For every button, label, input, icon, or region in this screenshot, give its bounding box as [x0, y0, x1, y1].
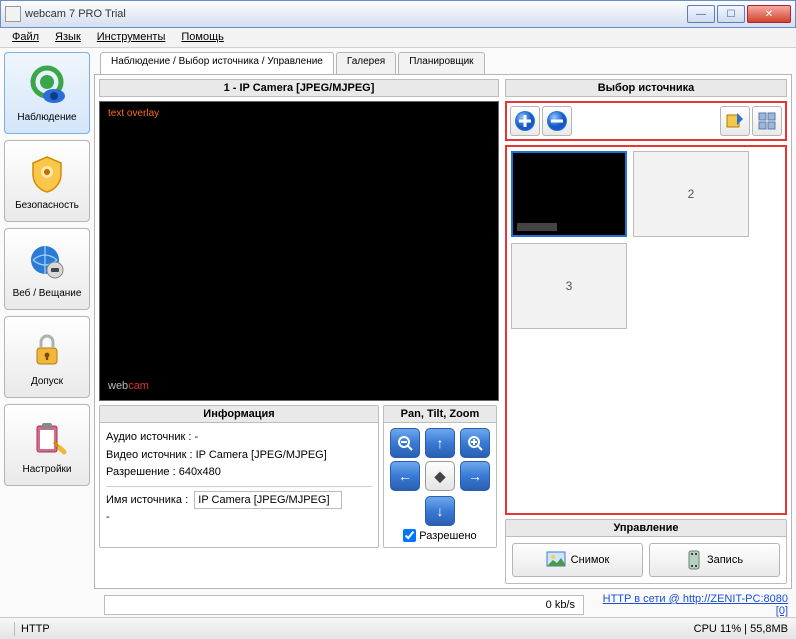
source-name-input[interactable]: [194, 491, 342, 509]
monitor-icon: [25, 64, 69, 108]
add-source-button[interactable]: [510, 106, 540, 136]
watermark: webcam: [108, 377, 149, 392]
ptz-group: Pan, Tilt, Zoom ↑ ← ◆ → ↓ Разрешен: [383, 405, 497, 548]
sidebar-security[interactable]: Безопасность: [4, 140, 90, 222]
sidebar-label: Веб / Вещание: [13, 288, 82, 299]
lock-icon: [25, 328, 69, 372]
menu-help[interactable]: Помощь: [173, 28, 232, 47]
main-area: Наблюдение / Выбор источника / Управлени…: [94, 52, 792, 589]
ptz-home-button[interactable]: ◆: [425, 461, 455, 491]
snapshot-button[interactable]: Снимок: [512, 543, 643, 577]
sidebar: Наблюдение Безопасность Веб / Вещание До…: [4, 52, 90, 589]
video-preview[interactable]: text overlay webcam: [99, 101, 499, 401]
status-cpu: CPU 11% | 55,8MB: [694, 623, 788, 635]
audio-label: Аудио источник :: [106, 431, 191, 443]
title-bar: webcam 7 PRO Trial — ☐ ✕: [0, 0, 796, 28]
source-slot-3[interactable]: 3: [511, 243, 627, 329]
resolution-value: 640x480: [179, 466, 221, 478]
ptz-enabled-checkbox[interactable]: [403, 529, 416, 542]
bandwidth-value: 0 kb/s: [546, 599, 575, 611]
bandwidth-row: 0 kb/s HTTP в сети @ http://ZENIT-PC:808…: [0, 593, 796, 617]
sidebar-label: Безопасность: [15, 200, 79, 211]
minimize-button[interactable]: —: [687, 5, 715, 23]
shield-icon: [25, 152, 69, 196]
audio-value: -: [194, 431, 198, 443]
remove-source-button[interactable]: [542, 106, 572, 136]
menu-bar: Файл Язык Инструменты Помощь: [0, 28, 796, 48]
sidebar-access[interactable]: Допуск: [4, 316, 90, 398]
info-header: Информация: [100, 406, 378, 423]
sidebar-label: Наблюдение: [17, 112, 76, 123]
maximize-button[interactable]: ☐: [717, 5, 745, 23]
clipboard-icon: [25, 416, 69, 460]
ptz-down-button[interactable]: ↓: [425, 496, 455, 526]
photo-icon: [546, 551, 566, 569]
sidebar-monitor[interactable]: Наблюдение: [4, 52, 90, 134]
sidebar-settings[interactable]: Настройки: [4, 404, 90, 486]
zoom-in-button[interactable]: [460, 428, 490, 458]
globe-icon: [25, 240, 69, 284]
ptz-left-button[interactable]: ←: [390, 461, 420, 491]
source-header: Выбор источника: [505, 79, 787, 97]
tab-monitor[interactable]: Наблюдение / Выбор источника / Управлени…: [100, 52, 334, 74]
menu-file[interactable]: Файл: [4, 28, 47, 47]
bandwidth-meter: 0 kb/s: [104, 595, 584, 615]
source-slot-1[interactable]: [511, 151, 627, 237]
ptz-enabled-row: Разрешено: [384, 529, 496, 547]
source-toolbar: [505, 101, 787, 141]
video-value: IP Camera [JPEG/MJPEG]: [196, 449, 327, 461]
tab-scheduler[interactable]: Планировщик: [398, 52, 484, 74]
ptz-right-button[interactable]: →: [460, 461, 490, 491]
tab-gallery[interactable]: Галерея: [336, 52, 396, 74]
menu-tools[interactable]: Инструменты: [89, 28, 174, 47]
tab-bar: Наблюдение / Выбор источника / Управлени…: [94, 52, 792, 74]
film-icon: [686, 550, 702, 570]
sidebar-web[interactable]: Веб / Вещание: [4, 228, 90, 310]
status-protocol: HTTP: [21, 623, 50, 635]
source-options-button[interactable]: [720, 106, 750, 136]
info-group: Информация Аудио источник : - Видео исто…: [99, 405, 379, 548]
sidebar-label: Настройки: [22, 464, 71, 475]
close-button[interactable]: ✕: [747, 5, 791, 23]
source-slot-2[interactable]: 2: [633, 151, 749, 237]
ptz-header: Pan, Tilt, Zoom: [384, 406, 496, 423]
window-title: webcam 7 PRO Trial: [25, 8, 685, 20]
preview-column: 1 - IP Camera [JPEG/MJPEG] text overlay …: [99, 79, 499, 584]
zoom-out-button[interactable]: [390, 428, 420, 458]
management-group: Управление Снимок Запись: [505, 519, 787, 584]
grid-view-button[interactable]: [752, 106, 782, 136]
management-header: Управление: [506, 520, 786, 537]
info-body: Аудио источник : - Видео источник : IP C…: [100, 423, 378, 533]
record-button[interactable]: Запись: [649, 543, 780, 577]
source-grid: 2 3: [505, 145, 787, 515]
app-icon: [5, 6, 21, 22]
sidebar-label: Допуск: [31, 376, 63, 387]
tab-panel: 1 - IP Camera [JPEG/MJPEG] text overlay …: [94, 74, 792, 589]
ptz-enabled-label: Разрешено: [419, 530, 476, 542]
info-ptz-row: Информация Аудио источник : - Видео исто…: [99, 405, 499, 548]
ptz-up-button[interactable]: ↑: [425, 428, 455, 458]
info-dash: -: [106, 509, 372, 527]
resolution-label: Разрешение :: [106, 466, 176, 478]
source-column: Выбор источника 2 3 Управление: [505, 79, 787, 584]
video-label: Видео источник :: [106, 449, 193, 461]
snapshot-label: Снимок: [571, 554, 610, 566]
menu-language[interactable]: Язык: [47, 28, 89, 47]
preview-header: 1 - IP Camera [JPEG/MJPEG]: [99, 79, 499, 97]
name-label: Имя источника :: [106, 494, 188, 506]
server-link[interactable]: HTTP в сети @ http://ZENIT-PC:8080 [0]: [592, 593, 788, 617]
status-bar: HTTP CPU 11% | 55,8MB: [0, 617, 796, 639]
text-overlay: text overlay: [108, 108, 159, 119]
record-label: Запись: [707, 554, 743, 566]
main-content: Наблюдение Безопасность Веб / Вещание До…: [0, 48, 796, 593]
